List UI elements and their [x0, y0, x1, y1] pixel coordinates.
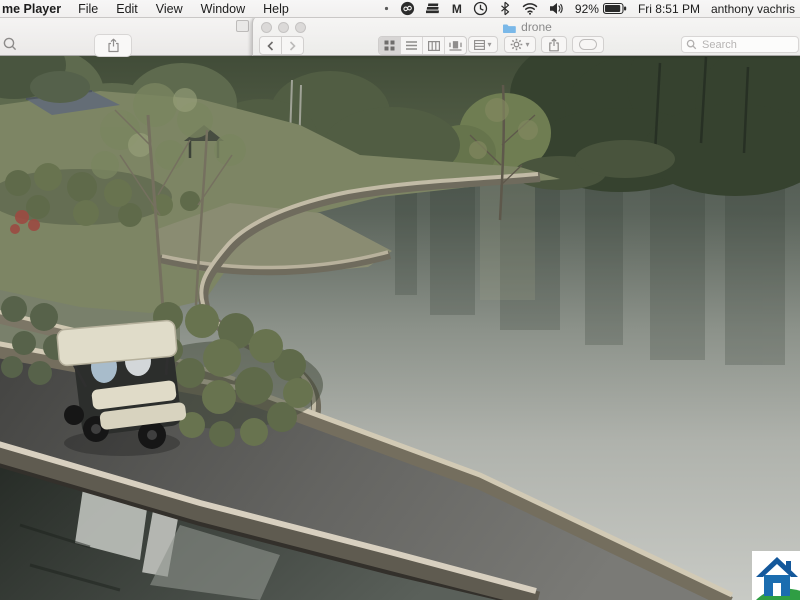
chevron-down-icon: ▾ [525, 41, 529, 49]
share-button-background-window[interactable] [94, 34, 132, 57]
wifi-icon[interactable] [522, 2, 538, 15]
search-icon [686, 39, 697, 50]
panel-toggle-icon[interactable] [236, 20, 249, 32]
menu-user[interactable]: anthony vachris [711, 2, 795, 16]
battery-icon [603, 2, 627, 15]
bluetooth-icon[interactable] [499, 1, 511, 16]
malwarebytes-icon[interactable]: M [452, 3, 462, 15]
toolbar-strip: drone [0, 17, 800, 55]
menu-edit[interactable]: Edit [107, 2, 147, 16]
menu-file[interactable]: File [69, 2, 107, 16]
action-gear-button[interactable]: ▾ [504, 36, 536, 53]
app-menu-quicktime[interactable]: me Player [0, 2, 69, 16]
search-field [681, 36, 799, 53]
chevron-down-icon: ▾ [487, 41, 491, 49]
finder-window-toolbar: drone [252, 17, 800, 56]
creative-cloud-icon[interactable] [400, 1, 415, 16]
battery-menu-item[interactable]: 92% [575, 2, 627, 16]
arrange-button[interactable]: ▾ [468, 36, 498, 53]
window-title: drone [253, 20, 800, 34]
icon-view-button[interactable] [379, 37, 401, 54]
stack-icon[interactable] [426, 2, 441, 15]
background-window-toolbar [0, 17, 252, 56]
zoom-tool-icon[interactable] [2, 36, 19, 58]
volume-icon[interactable] [549, 2, 564, 15]
watermark-logo [752, 551, 800, 600]
logo-door [773, 583, 781, 596]
folder-icon [502, 22, 516, 33]
list-view-button[interactable] [401, 37, 423, 54]
menu-bar: me Player File Edit View Window Help M [0, 0, 800, 18]
time-machine-icon[interactable] [473, 1, 488, 16]
share-button[interactable] [541, 36, 567, 53]
back-button[interactable] [259, 36, 282, 55]
menu-window[interactable]: Window [192, 2, 254, 16]
logo-chimney [786, 561, 791, 570]
column-view-button[interactable] [423, 37, 445, 54]
status-dot-icon[interactable] [384, 6, 389, 11]
view-switcher [378, 36, 467, 55]
forward-button[interactable] [282, 36, 304, 55]
menu-help[interactable]: Help [254, 2, 298, 16]
menu-clock[interactable]: Fri 8:51 PM [638, 2, 700, 16]
search-input[interactable] [700, 38, 794, 52]
desktop: me Player File Edit View Window Help M [0, 0, 800, 600]
status-bar: M 92% [384, 1, 800, 16]
battery-percent: 92% [575, 2, 599, 16]
tags-button[interactable] [572, 36, 604, 53]
coverflow-view-button[interactable] [445, 37, 466, 54]
video-content[interactable] [0, 55, 800, 600]
menu-view[interactable]: View [147, 2, 192, 16]
nav-buttons [259, 36, 304, 55]
tag-icon [579, 39, 597, 50]
window-title-text: drone [521, 20, 552, 34]
lake-scene [0, 55, 800, 600]
finder-controls-row: ▾ ▾ [253, 36, 800, 55]
